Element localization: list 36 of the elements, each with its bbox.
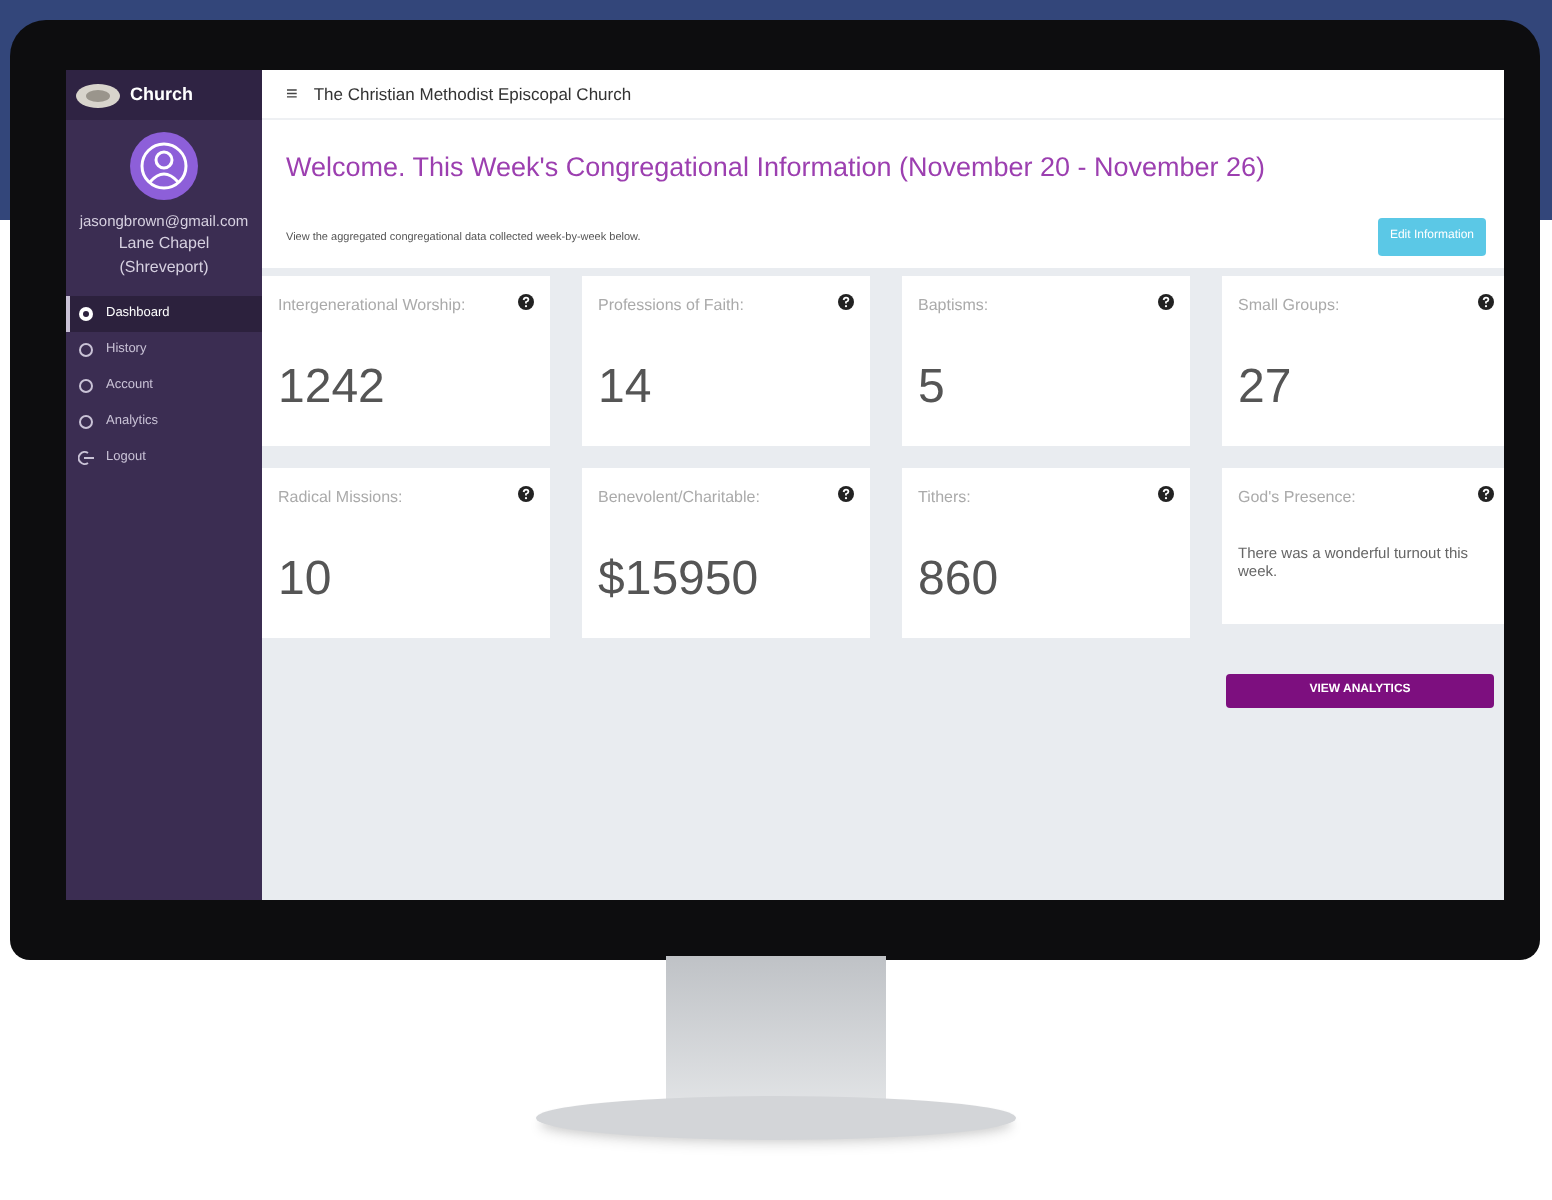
menu-icon[interactable]: ≡	[286, 79, 298, 109]
help-icon[interactable]	[838, 294, 854, 311]
help-icon[interactable]	[518, 486, 534, 503]
help-icon[interactable]	[518, 294, 534, 311]
help-icon[interactable]	[1478, 294, 1494, 311]
card-value: 14	[598, 358, 654, 419]
card-label: Small Groups:	[1238, 294, 1340, 319]
circle-icon	[78, 378, 94, 395]
card-value: $15950	[598, 550, 761, 611]
avatar-icon	[130, 132, 198, 200]
congregation-location: (Shreveport)	[119, 256, 209, 281]
help-icon[interactable]	[838, 486, 854, 503]
card-label: Professions of Faith:	[598, 294, 744, 319]
congregation-name: Lane Chapel	[118, 232, 210, 257]
help-icon[interactable]	[1158, 294, 1174, 311]
card-label: Radical Missions:	[278, 486, 403, 511]
card-value: 860	[918, 550, 1001, 611]
card-value: 10	[278, 550, 334, 611]
card-label: Intergenerational Worship:	[278, 294, 466, 319]
card-value: 1242	[278, 358, 387, 419]
dashboard-icon	[78, 306, 94, 323]
card-label: God's Presence:	[1238, 486, 1356, 511]
page-title: The Christian Methodist Episcopal Church	[313, 81, 632, 107]
welcome-heading: Welcome. This Week's Congregational Information (November 20 - November 26)	[286, 150, 1268, 186]
logout-icon	[78, 450, 94, 467]
brand-name: Church	[130, 81, 193, 108]
card-value: 5	[918, 358, 947, 419]
help-icon[interactable]	[1158, 486, 1174, 503]
help-icon[interactable]	[1478, 486, 1494, 503]
logo-icon	[74, 81, 122, 109]
card-label: Benevolent/Charitable:	[598, 486, 760, 511]
card-label: Tithers:	[918, 486, 971, 511]
circle-icon	[78, 414, 94, 431]
circle-icon	[78, 342, 94, 359]
card-value: 27	[1238, 358, 1294, 419]
card-label: Baptisms:	[918, 294, 989, 319]
